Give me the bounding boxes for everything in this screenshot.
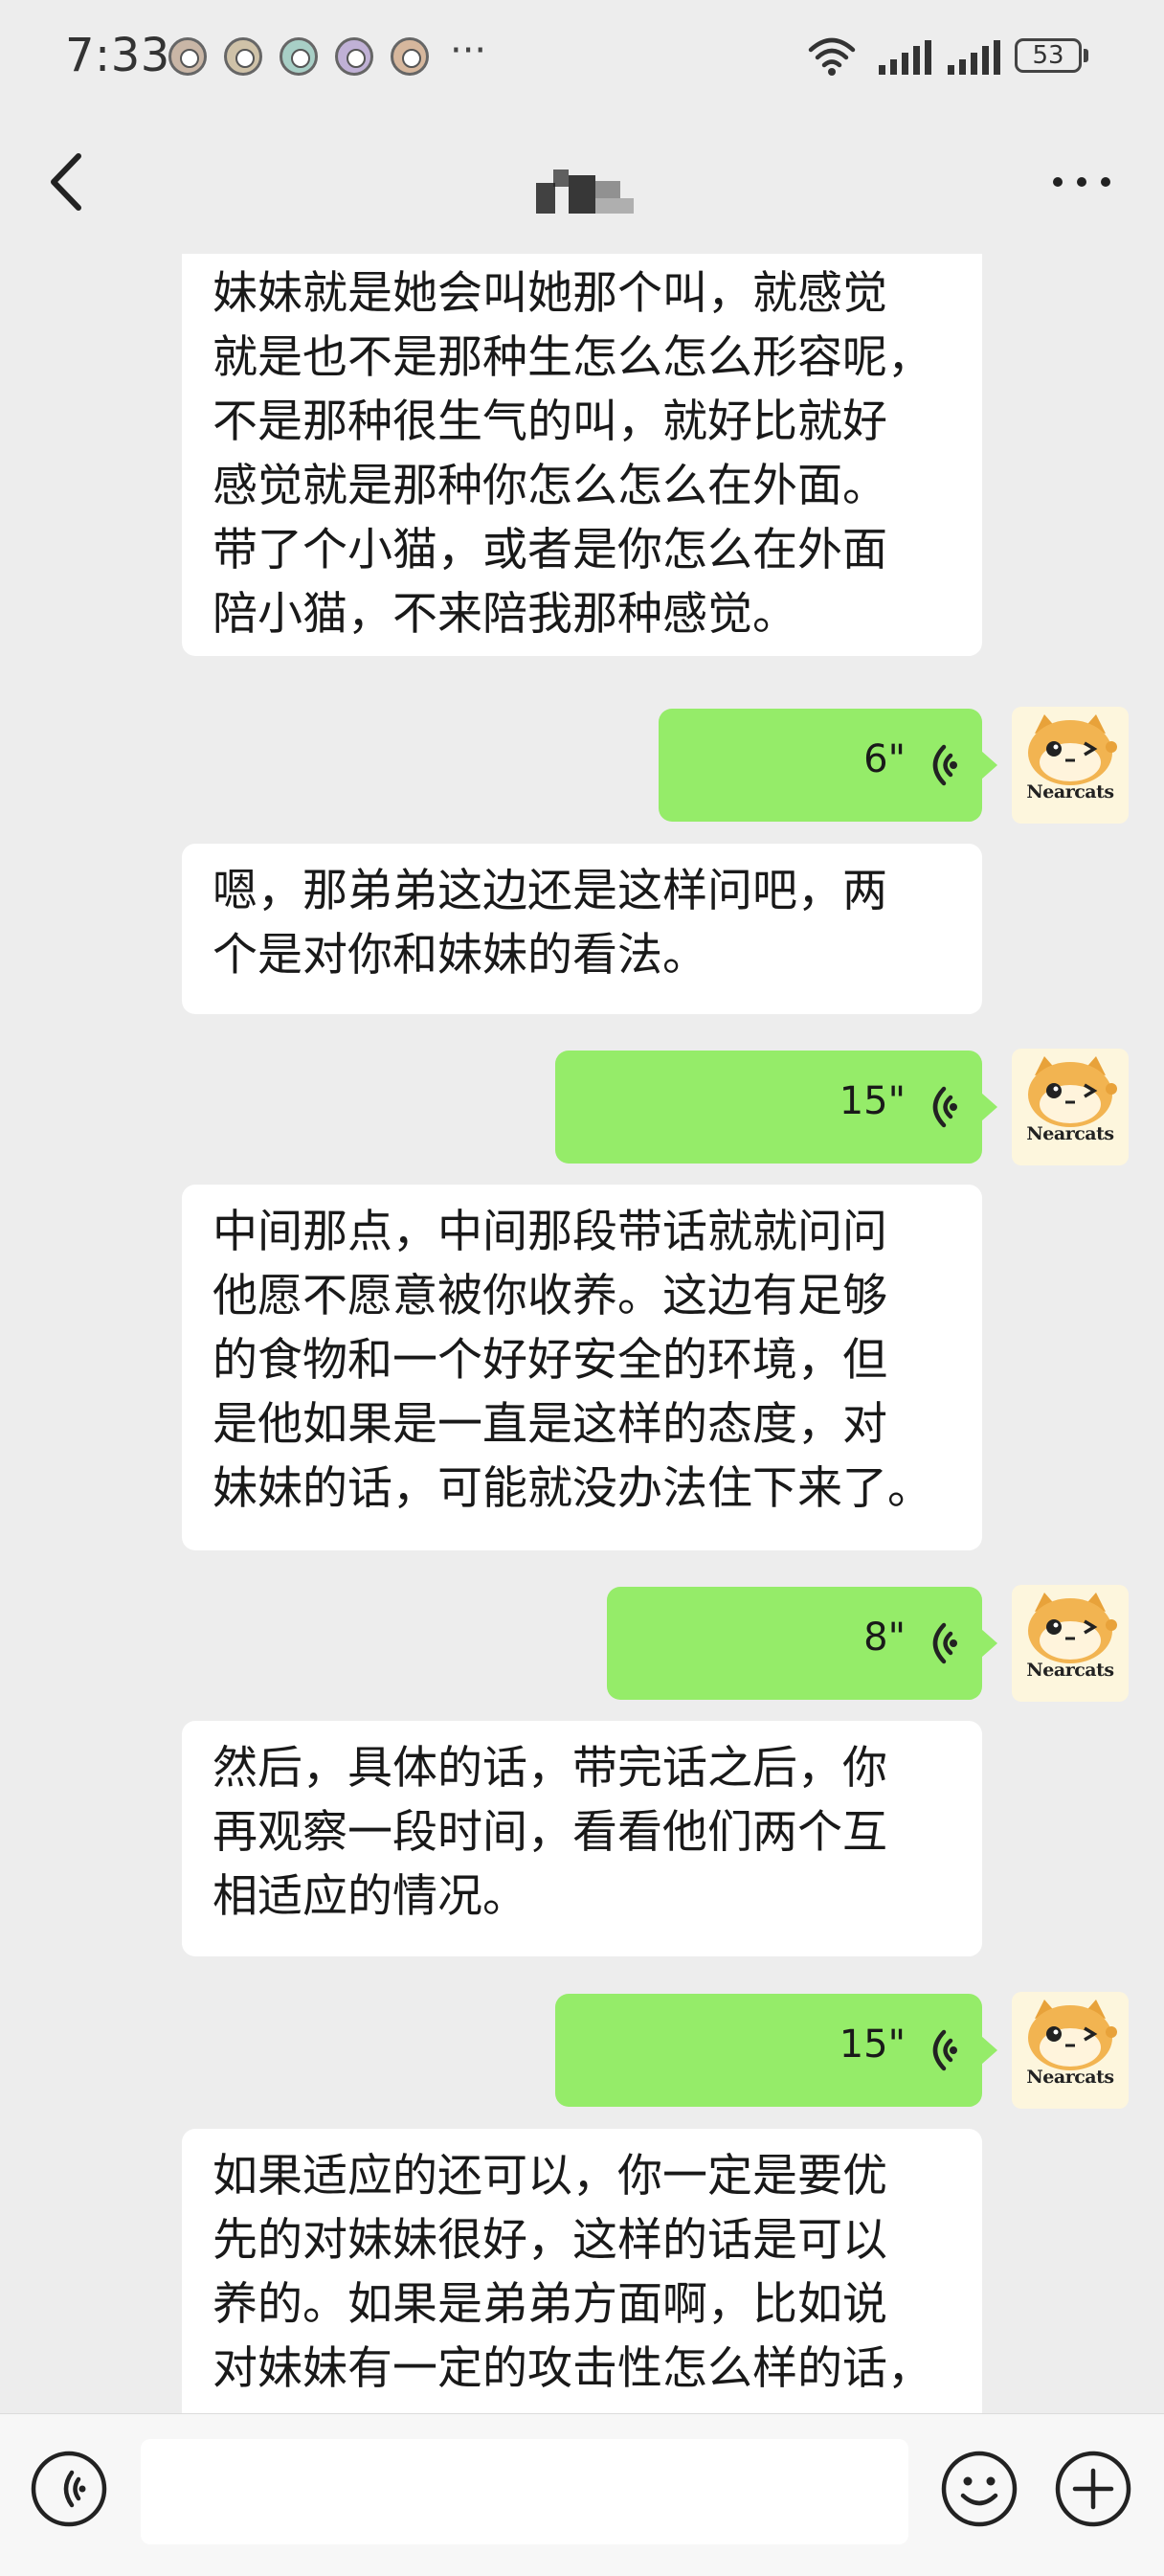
incoming-text-message[interactable]: 妹妹就是她会叫她那个叫，就感觉 就是也不是那种生怎么怎么形容呢， 不是那种很生气… <box>182 254 982 656</box>
voice-input-button[interactable] <box>30 2450 108 2528</box>
app-notification-icon <box>335 37 373 76</box>
battery-tip <box>1084 49 1088 62</box>
back-button[interactable] <box>38 148 96 215</box>
avatar-brand-text: Nearcats <box>1026 1660 1114 1681</box>
message-line: 对妹妹有一定的攻击性怎么样的话， <box>213 2342 932 2395</box>
input-bar <box>0 2413 1164 2576</box>
message-line: 妹妹就是她会叫她那个叫，就感觉 <box>213 267 887 320</box>
avatar[interactable]: Nearcats <box>1012 707 1129 824</box>
message-line: 陪小猫，不来陪我那种感觉。 <box>213 588 797 641</box>
message-line: 再观察一段时间，看看他们两个互 <box>213 1806 887 1859</box>
voice-wave-icon <box>932 1622 957 1664</box>
chevron-left-icon <box>51 153 81 211</box>
more-menu-button[interactable] <box>1043 158 1120 206</box>
message-line: 带了个小猫，或者是你怎么在外面 <box>213 524 887 576</box>
signal-icon <box>879 40 931 75</box>
app-notification-icon <box>280 37 318 76</box>
cat-avatar-icon <box>1028 1593 1117 1663</box>
chat-header <box>0 120 1164 254</box>
voice-wave-icon <box>932 744 957 786</box>
message-line: 相适应的情况。 <box>213 1870 527 1923</box>
battery-indicator: 53 <box>1015 38 1082 73</box>
voice-duration: 15" <box>839 2022 906 2067</box>
message-line: 养的。如果是弟弟方面啊，比如说 <box>213 2278 887 2331</box>
cat-avatar-icon <box>1028 2000 1117 2070</box>
message-line: 嗯，那弟弟这边还是这样问吧，两 <box>213 865 887 917</box>
emoji-icon <box>941 2451 1018 2527</box>
message-line: 他愿不愿意被你收养。这边有足够 <box>213 1270 887 1322</box>
app-notification-icon <box>168 37 207 76</box>
voice-duration: 8" <box>863 1616 906 1660</box>
app-notification-icon <box>391 37 429 76</box>
wifi-icon <box>808 37 856 76</box>
incoming-text-message[interactable]: 嗯，那弟弟这边还是这样问吧，两 个是对你和妹妹的看法。 <box>182 844 982 1014</box>
outgoing-voice-message[interactable]: 8" <box>607 1587 997 1700</box>
message-line: 感觉就是那种你怎么怎么在外面。 <box>213 460 887 512</box>
incoming-text-message[interactable]: 如果适应的还可以，你一定是要优 先的对妹妹很好，这样的话是可以 养的。如果是弟弟… <box>182 2129 982 2413</box>
incoming-text-message[interactable]: 然后，具体的话，带完话之后，你 再观察一段时间，看看他们两个互 相适应的情况。 <box>182 1721 982 1956</box>
outgoing-voice-message[interactable]: 6" <box>659 709 997 822</box>
incoming-text-message[interactable]: 中间那点，中间那段带话就就问问 他愿不愿意被你收养。这边有足够 的食物和一个好好… <box>182 1185 982 1550</box>
emoji-button[interactable] <box>940 2450 1018 2528</box>
avatar[interactable]: Nearcats <box>1012 1049 1129 1165</box>
message-line: 妹妹的话，可能就没办法住下来了。 <box>213 1462 932 1515</box>
message-line: 如果适应的还可以，你一定是要优 <box>213 2150 887 2203</box>
message-list[interactable]: 妹妹就是她会叫她那个叫，就感觉 就是也不是那种生怎么怎么形容呢， 不是那种很生气… <box>0 254 1164 2413</box>
avatar-brand-text: Nearcats <box>1026 2067 1114 2088</box>
notification-icons <box>168 37 429 76</box>
contact-name-redacted <box>536 169 634 214</box>
outgoing-voice-message[interactable]: 15" <box>555 1994 997 2107</box>
voice-duration: 15" <box>839 1079 906 1123</box>
outgoing-voice-message[interactable]: 15" <box>555 1051 997 1164</box>
voice-duration: 6" <box>863 737 906 781</box>
avatar-brand-text: Nearcats <box>1026 781 1114 802</box>
more-actions-button[interactable] <box>1054 2450 1132 2528</box>
cat-avatar-icon <box>1028 1056 1117 1127</box>
app-notification-icon <box>224 37 262 76</box>
message-line: 不是那种很生气的叫，就好比就好 <box>213 395 887 448</box>
message-line: 是他如果是一直是这样的态度，对 <box>213 1398 887 1451</box>
message-input[interactable] <box>141 2439 908 2544</box>
avatar-brand-text: Nearcats <box>1026 1123 1114 1144</box>
status-time: 7:33 <box>65 29 170 82</box>
message-line: 的食物和一个好好安全的环境，但 <box>213 1334 887 1387</box>
avatar[interactable]: Nearcats <box>1012 1585 1129 1702</box>
message-line: 先的对妹妹很好，这样的话是可以 <box>213 2214 887 2267</box>
message-line: 就是也不是那种生怎么怎么形容呢， <box>213 331 932 384</box>
more-notifications-icon: ··· <box>450 29 487 73</box>
signal-icon <box>948 40 1000 75</box>
voice-wave-icon <box>932 2029 957 2071</box>
status-bar: 7:33 ··· 53 <box>0 0 1164 120</box>
voice-input-icon <box>31 2451 107 2527</box>
message-line: 中间那点，中间那段带话就就问问 <box>213 1206 887 1258</box>
avatar[interactable]: Nearcats <box>1012 1992 1129 2109</box>
voice-wave-icon <box>932 1086 957 1128</box>
message-line: 个是对你和妹妹的看法。 <box>213 929 707 982</box>
cat-avatar-icon <box>1028 714 1117 785</box>
message-line: 然后，具体的话，带完话之后，你 <box>213 1742 887 1795</box>
plus-circle-icon <box>1055 2451 1131 2527</box>
